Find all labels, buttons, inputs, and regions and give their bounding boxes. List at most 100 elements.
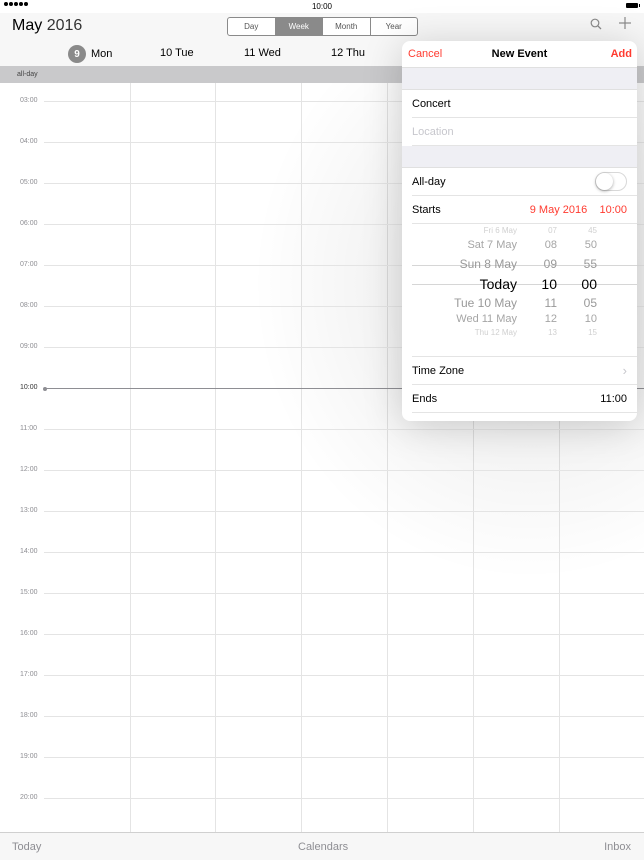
starts-value: 9 May 2016 10:00 (530, 204, 627, 216)
picker-day: Wed 11 May (456, 313, 517, 325)
day-header-mon[interactable]: 9 Mon (68, 45, 112, 63)
hour-line (44, 552, 644, 553)
popover-nav-bar: New Event Cancel Add (402, 41, 637, 68)
hour-line (44, 675, 644, 676)
day-header-tue[interactable]: 10 Tue (160, 47, 194, 59)
all-day-label: All-day (412, 176, 446, 188)
starts-date: 9 May 2016 (529, 204, 588, 216)
hour-line (44, 593, 644, 594)
calendar-header: May 2016 Day Week Month Year (0, 13, 644, 41)
inbox-button[interactable]: Inbox (604, 841, 631, 853)
view-segmented-control: Day Week Month Year (227, 17, 418, 36)
status-bar: 10:00 (0, 0, 644, 13)
today-button[interactable]: Today (12, 841, 41, 853)
picker-min: 50 (584, 239, 597, 251)
time-zone-row[interactable]: Time Zone › (412, 357, 637, 385)
picker-day: Today (479, 276, 517, 292)
picker-day: Sat 7 May (467, 239, 517, 251)
starts-time: 10:00 (599, 204, 627, 216)
starts-row[interactable]: Starts 9 May 2016 10:00 (412, 196, 637, 224)
hour-label: 07:00 (20, 261, 38, 268)
hour-label: 17:00 (20, 671, 38, 678)
picker-row[interactable]: Thu 12 May 13 15 (412, 328, 637, 345)
new-event-popover: New Event Cancel Add Concert Location Al… (402, 41, 637, 421)
chevron-right-icon: › (622, 363, 627, 378)
picker-row[interactable]: Sat 7 May 08 50 (412, 239, 637, 256)
picker-row[interactable]: Sun 8 May 09 55 (412, 257, 637, 274)
picker-hour: 13 (548, 328, 557, 337)
picker-hour: 11 (544, 296, 557, 310)
hour-line (44, 798, 644, 799)
cancel-button[interactable]: Cancel (408, 48, 442, 60)
picker-min: 00 (581, 276, 597, 292)
event-title-value: Concert (412, 98, 451, 110)
hour-line (44, 634, 644, 635)
picker-row-selected[interactable]: Today 10 00 (412, 276, 637, 293)
plus-icon[interactable] (618, 16, 632, 35)
hour-line (44, 716, 644, 717)
hour-label: 18:00 (20, 712, 38, 719)
hour-line (44, 511, 644, 512)
time-zone-label: Time Zone (412, 365, 465, 377)
day-name: Mon (91, 48, 113, 60)
bottom-toolbar: Today Calendars Inbox (0, 832, 644, 860)
hour-line (44, 757, 644, 758)
hour-label: 11:00 (20, 425, 37, 432)
ends-row[interactable]: Ends 11:00 (412, 385, 637, 413)
segment-month[interactable]: Month (323, 18, 371, 35)
add-button[interactable]: Add (611, 48, 632, 60)
picker-hour: 07 (548, 226, 557, 235)
hour-label: 10:00 (20, 384, 38, 391)
hour-label: 04:00 (20, 138, 38, 145)
picker-min: 55 (583, 257, 597, 271)
day-header-thu[interactable]: 12 Thu (331, 47, 365, 59)
location-field[interactable]: Location (412, 118, 637, 146)
hour-label: 12:00 (20, 466, 38, 473)
segment-year[interactable]: Year (371, 18, 418, 35)
hour-label: 14:00 (20, 548, 38, 555)
picker-min: 15 (588, 328, 597, 337)
hour-label: 13:00 (20, 507, 38, 514)
location-placeholder: Location (412, 126, 454, 138)
battery-icon (626, 3, 640, 8)
all-day-label: all-day (17, 71, 38, 78)
picker-day: Sun 8 May (459, 257, 517, 271)
picker-hour: 09 (543, 257, 557, 271)
hour-label: 09:00 (20, 343, 38, 350)
month-title[interactable]: May 2016 (12, 17, 82, 35)
hour-label: 16:00 (20, 630, 38, 637)
hour-label: 06:00 (20, 220, 38, 227)
day-header-wed[interactable]: 11 Wed (244, 47, 281, 59)
picker-hour: 08 (544, 239, 557, 251)
event-title-field[interactable]: Concert (412, 90, 637, 118)
picker-row[interactable]: Tue 10 May 11 05 (412, 296, 637, 313)
day-divider (387, 83, 388, 832)
status-time: 10:00 (311, 2, 333, 11)
picker-hour: 10 (541, 276, 557, 292)
day-divider (301, 83, 302, 832)
all-day-toggle[interactable] (595, 172, 627, 191)
today-badge: 9 (68, 45, 86, 63)
hour-label: 03:00 (20, 97, 38, 104)
hour-label: 05:00 (20, 179, 38, 186)
section-gap (402, 146, 637, 168)
picker-day: Fri 6 May (483, 226, 517, 235)
picker-day: Thu 12 May (474, 328, 517, 337)
picker-hour: 12 (544, 313, 557, 325)
hour-label: 08:00 (20, 302, 38, 309)
current-time-dot (43, 386, 47, 391)
year: 2016 (46, 17, 83, 34)
day-divider (130, 83, 131, 832)
hour-line (44, 429, 644, 430)
search-icon[interactable] (590, 17, 602, 35)
segment-week[interactable]: Week (275, 18, 323, 35)
date-time-picker[interactable]: Fri 6 May 07 45 Sat 7 May 08 50 Sun 8 May 09 55 T… (412, 224, 637, 357)
segment-day[interactable]: Day (228, 18, 276, 35)
calendars-button[interactable]: Calendars (298, 841, 348, 853)
picker-min: 10 (584, 313, 597, 325)
ends-time: 11:00 (600, 393, 627, 405)
hour-label: 20:00 (20, 794, 38, 801)
month-name: May (12, 17, 43, 34)
hour-label: 15:00 (20, 589, 38, 596)
day-divider (215, 83, 216, 832)
